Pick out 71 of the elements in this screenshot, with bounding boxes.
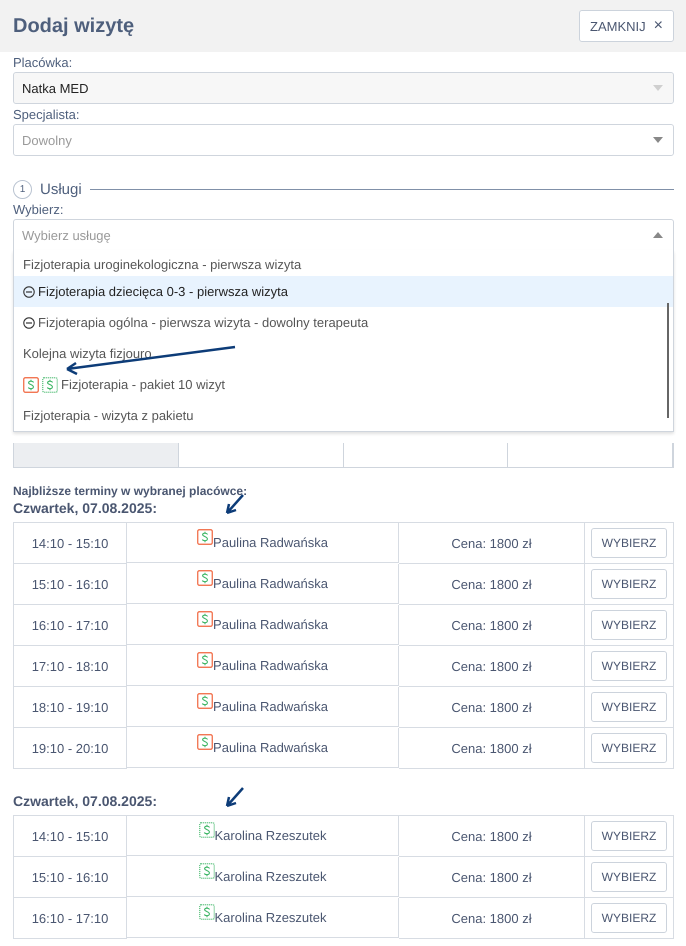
time-cell: 14:10 - 15:10 [14, 816, 127, 857]
dropdown-option[interactable]: Fizjoterapia - wizyta z pakietu [14, 400, 673, 431]
minus-circle-icon [23, 316, 35, 328]
price-cell: Cena: 1800 zł [399, 646, 585, 687]
dropdown-option[interactable]: Fizjoterapia uroginekologiczna - pierwsza wizyta [14, 252, 673, 276]
specialist-name: Paulina Radwańska [213, 536, 328, 550]
choose-button[interactable]: WYBIERZ [590, 528, 668, 558]
dollar-badge-icon [198, 822, 214, 838]
caret-icon [653, 85, 663, 91]
dollar-badge-icon [197, 693, 214, 709]
choose-button[interactable]: WYBIERZ [590, 569, 668, 599]
date-heading: Czwartek, 07.08.2025: [13, 793, 157, 809]
choose-button[interactable]: WYBIERZ [590, 610, 668, 640]
price-cell: Cena: 1800 zł [399, 605, 585, 646]
field-label: Specjalista: [13, 107, 80, 122]
dollar-badge-icon [42, 376, 58, 392]
caret-icon [653, 232, 663, 238]
dropdown-option[interactable]: Kolejna wizyta fizjouro [14, 338, 673, 369]
choose-button[interactable]: WYBIERZ [590, 862, 668, 892]
dollar-badge-icon [197, 529, 214, 545]
specialist-name: Paulina Radwańska [213, 659, 328, 673]
dollar-badge-icon [197, 734, 214, 750]
time-cell: 16:10 - 17:10 [14, 605, 127, 646]
time-cell: 14:10 - 15:10 [14, 523, 127, 564]
specialist-name: Karolina Rzeszutek [214, 870, 326, 884]
specialist-name: Karolina Rzeszutek [214, 829, 326, 843]
choose-button[interactable]: WYBIERZ [590, 692, 668, 722]
close-button[interactable]: ZAMKNIJ × [579, 10, 674, 42]
specialist-name: Paulina Radwańska [213, 700, 328, 714]
select-field: Natka MED [13, 72, 674, 104]
step-number: 1 [13, 180, 32, 199]
dollar-badge-icon [23, 376, 39, 392]
time-cell: 19:10 - 20:10 [14, 728, 127, 769]
specialist-name: Paulina Radwańska [213, 577, 328, 591]
price-cell: Cena: 1800 zł [399, 564, 585, 605]
page-title: Dodaj wizytę [13, 14, 134, 38]
dollar-badge-icon [198, 904, 214, 920]
price-cell: Cena: 1800 zł [399, 523, 585, 564]
time-cell: 15:10 - 16:10 [14, 857, 127, 898]
dropdown-option[interactable]: Fizjoterapia - pakiet 10 wizyt [14, 369, 673, 400]
field-label: Wybierz: [13, 202, 64, 217]
caret-icon [653, 137, 663, 143]
price-cell: Cena: 1800 zł [399, 898, 585, 939]
dollar-badge-icon [197, 652, 214, 668]
time-cell: 17:10 - 18:10 [14, 646, 127, 687]
specialist-name: Paulina Radwańska [213, 741, 328, 755]
section-heading: Najbliższe terminy w wybranej placówce: [13, 484, 248, 498]
field-label: Placówka: [13, 55, 74, 70]
dollar-badge-icon [197, 611, 214, 627]
scrollbar[interactable] [667, 303, 669, 418]
section-title: Usługi [40, 181, 82, 198]
price-cell: Cena: 1800 zł [399, 728, 585, 769]
specialist-name: Paulina Radwańska [213, 618, 328, 632]
dollar-badge-icon [197, 570, 214, 586]
annotation-arrow [223, 786, 245, 808]
date-heading: Czwartek, 07.08.2025: [13, 500, 157, 516]
specialist-name: Karolina Rzeszutek [214, 911, 326, 925]
price-cell: Cena: 1800 zł [399, 816, 585, 857]
choose-button[interactable]: WYBIERZ [590, 903, 668, 933]
dollar-badge-icon [198, 863, 214, 879]
choose-button[interactable]: WYBIERZ [590, 821, 668, 851]
choose-button[interactable]: WYBIERZ [590, 651, 668, 681]
dropdown-option[interactable]: Fizjoterapia ogólna - pierwsza wizyta - dowolny terapeuta [14, 307, 673, 338]
price-cell: Cena: 1800 zł [399, 857, 585, 898]
time-cell: 15:10 - 16:10 [14, 564, 127, 605]
price-cell: Cena: 1800 zł [399, 687, 585, 728]
dropdown-option[interactable]: Fizjoterapia dziecięca 0-3 - pierwsza wizyta [14, 276, 673, 307]
time-cell: 18:10 - 19:10 [14, 687, 127, 728]
minus-circle-icon [23, 286, 35, 298]
time-cell: 16:10 - 17:10 [14, 898, 127, 939]
choose-button[interactable]: WYBIERZ [590, 733, 668, 763]
